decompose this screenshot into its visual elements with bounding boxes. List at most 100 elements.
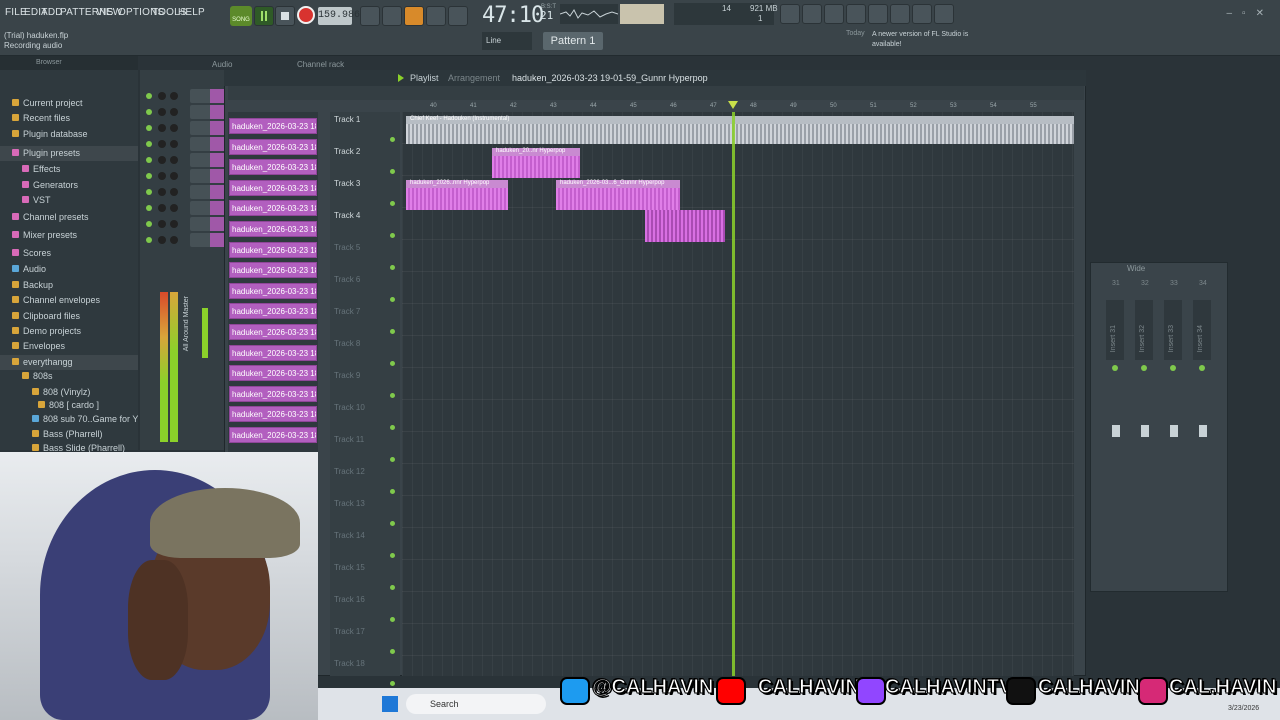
track-mute-icon[interactable] — [390, 425, 395, 430]
fader-handle[interactable] — [1199, 425, 1207, 437]
song-mode-button[interactable]: SONG — [230, 6, 252, 26]
browser-item[interactable]: 808 [ cardo ] — [0, 398, 138, 413]
browser-item[interactable]: Plugin database — [0, 127, 138, 142]
clip-picker-item[interactable]: haduken_2026-03-23 18.. — [229, 406, 317, 423]
pan-knob[interactable] — [158, 140, 166, 148]
play-button[interactable] — [254, 6, 274, 26]
pan-knob[interactable] — [158, 220, 166, 228]
track-mute-icon[interactable] — [390, 553, 395, 558]
browser-item[interactable]: Effects — [0, 162, 138, 177]
track-name[interactable]: Track 2 — [334, 147, 360, 156]
track-mute-icon[interactable] — [390, 649, 395, 654]
news-text[interactable]: A newer version of FL Studio is availabl… — [872, 30, 982, 50]
browser-item[interactable]: Scores — [0, 246, 138, 261]
insert-led-icon[interactable] — [1199, 365, 1205, 371]
playlist-play-icon[interactable] — [398, 74, 404, 82]
track-mute-icon[interactable] — [390, 137, 395, 142]
track-mute-icon[interactable] — [390, 585, 395, 590]
channel-led-icon[interactable] — [146, 125, 152, 131]
pan-knob[interactable] — [158, 124, 166, 132]
volume-knob[interactable] — [170, 236, 178, 244]
clip-picker-item[interactable]: haduken_2026-03-23 18.. — [229, 344, 317, 361]
track-mute-icon[interactable] — [390, 169, 395, 174]
track-mute-icon[interactable] — [390, 521, 395, 526]
taskbar-search[interactable]: Search — [406, 694, 546, 714]
track-name[interactable]: Track 1 — [334, 115, 360, 124]
volume-knob[interactable] — [170, 172, 178, 180]
volume-knob[interactable] — [170, 220, 178, 228]
clip-picker-item[interactable]: haduken_2026-03-23 18.. — [229, 179, 317, 196]
browser-item[interactable]: Backup — [0, 278, 138, 293]
track-name[interactable]: Track 8 — [334, 339, 360, 348]
browser-item[interactable]: Mixer presets — [0, 228, 138, 243]
metronome-button[interactable] — [360, 6, 380, 26]
arrangement-name[interactable]: haduken_2026-03-23 19-01-59_Gunnr Hyperp… — [512, 73, 708, 83]
timeline-ruler[interactable] — [402, 100, 1074, 112]
clip-picker-item[interactable]: haduken_2026-03-23 18.. — [229, 200, 317, 217]
track-name[interactable]: Track 9 — [334, 371, 360, 380]
volume-knob[interactable] — [170, 108, 178, 116]
browser-item[interactable]: Generators — [0, 178, 138, 193]
track-mute-icon[interactable] — [390, 201, 395, 206]
clip-picker-item[interactable]: haduken_2026-03-23 18.. — [229, 427, 317, 443]
clip-picker-item[interactable]: haduken_2026-03-23 18.. — [229, 324, 317, 340]
snap-selector[interactable]: Line — [482, 32, 532, 50]
track-mute-icon[interactable] — [390, 393, 395, 398]
track-name[interactable]: Track 17 — [334, 627, 365, 636]
track-name[interactable]: Track 5 — [334, 243, 360, 252]
volume-knob[interactable] — [170, 156, 178, 164]
browser-item[interactable]: Channel envelopes — [0, 293, 138, 308]
browser-item[interactable]: 808s — [0, 369, 138, 384]
clip-picker-item[interactable]: haduken_2026-03-23 18.. — [229, 282, 317, 299]
browser-item[interactable]: Plugin presets — [0, 146, 138, 161]
step-edit-button[interactable] — [426, 6, 446, 26]
track-mute-icon[interactable] — [390, 681, 395, 686]
track-name[interactable]: Track 11 — [334, 435, 364, 444]
plugin-picker-button[interactable] — [890, 4, 910, 24]
fader-handle[interactable] — [1170, 425, 1178, 437]
volume-knob[interactable] — [170, 188, 178, 196]
volume-knob[interactable] — [170, 140, 178, 148]
track-mute-icon[interactable] — [390, 489, 395, 494]
pan-knob[interactable] — [158, 108, 166, 116]
browser-item[interactable]: Envelopes — [0, 339, 138, 354]
loop-record-button[interactable] — [448, 6, 468, 26]
track-mute-icon[interactable] — [390, 233, 395, 238]
clip-picker-item[interactable]: haduken_2026-03-23 18.. — [229, 262, 317, 279]
track-name[interactable]: Track 7 — [334, 307, 360, 316]
help-button[interactable] — [846, 4, 866, 24]
channel-led-icon[interactable] — [146, 221, 152, 227]
browser-item[interactable]: Recent files — [0, 111, 138, 126]
wait-input-button[interactable] — [382, 6, 402, 26]
windows-start-icon[interactable] — [382, 696, 398, 712]
mic-button[interactable] — [824, 4, 844, 24]
browser-item[interactable]: Current project — [0, 96, 138, 111]
audio-tab[interactable]: Audio — [212, 60, 232, 69]
clip-picker-item[interactable]: haduken_2026-03-23 18.. — [229, 365, 317, 382]
arrangement-label[interactable]: Arrangement — [448, 73, 500, 83]
channel-led-icon[interactable] — [146, 109, 152, 115]
insert-led-icon[interactable] — [1170, 365, 1176, 371]
pan-knob[interactable] — [158, 188, 166, 196]
channel-led-icon[interactable] — [146, 93, 152, 99]
pan-knob[interactable] — [158, 204, 166, 212]
twitter-icon[interactable] — [560, 677, 590, 705]
volume-knob[interactable] — [170, 92, 178, 100]
insert-led-icon[interactable] — [1141, 365, 1147, 371]
online-button[interactable] — [780, 4, 800, 24]
channel-led-icon[interactable] — [146, 141, 152, 147]
twitch-icon[interactable] — [856, 677, 886, 705]
browser-item[interactable]: everythangg — [0, 355, 138, 370]
track-name[interactable]: Track 12 — [334, 467, 365, 476]
tiktok-icon[interactable] — [1006, 677, 1036, 705]
instagram-icon[interactable] — [1138, 677, 1168, 705]
tools-button[interactable] — [802, 4, 822, 24]
track-mute-icon[interactable] — [390, 361, 395, 366]
browser-item[interactable]: Channel presets — [0, 210, 138, 225]
pattern-selector[interactable]: Pattern 1 — [543, 32, 603, 50]
fader-handle[interactable] — [1112, 425, 1120, 437]
track-name[interactable]: Track 3 — [334, 179, 360, 188]
record-button[interactable] — [297, 6, 315, 24]
browser-item[interactable]: Bass (Pharrell) — [0, 427, 138, 442]
browser-item[interactable]: VST — [0, 193, 138, 208]
